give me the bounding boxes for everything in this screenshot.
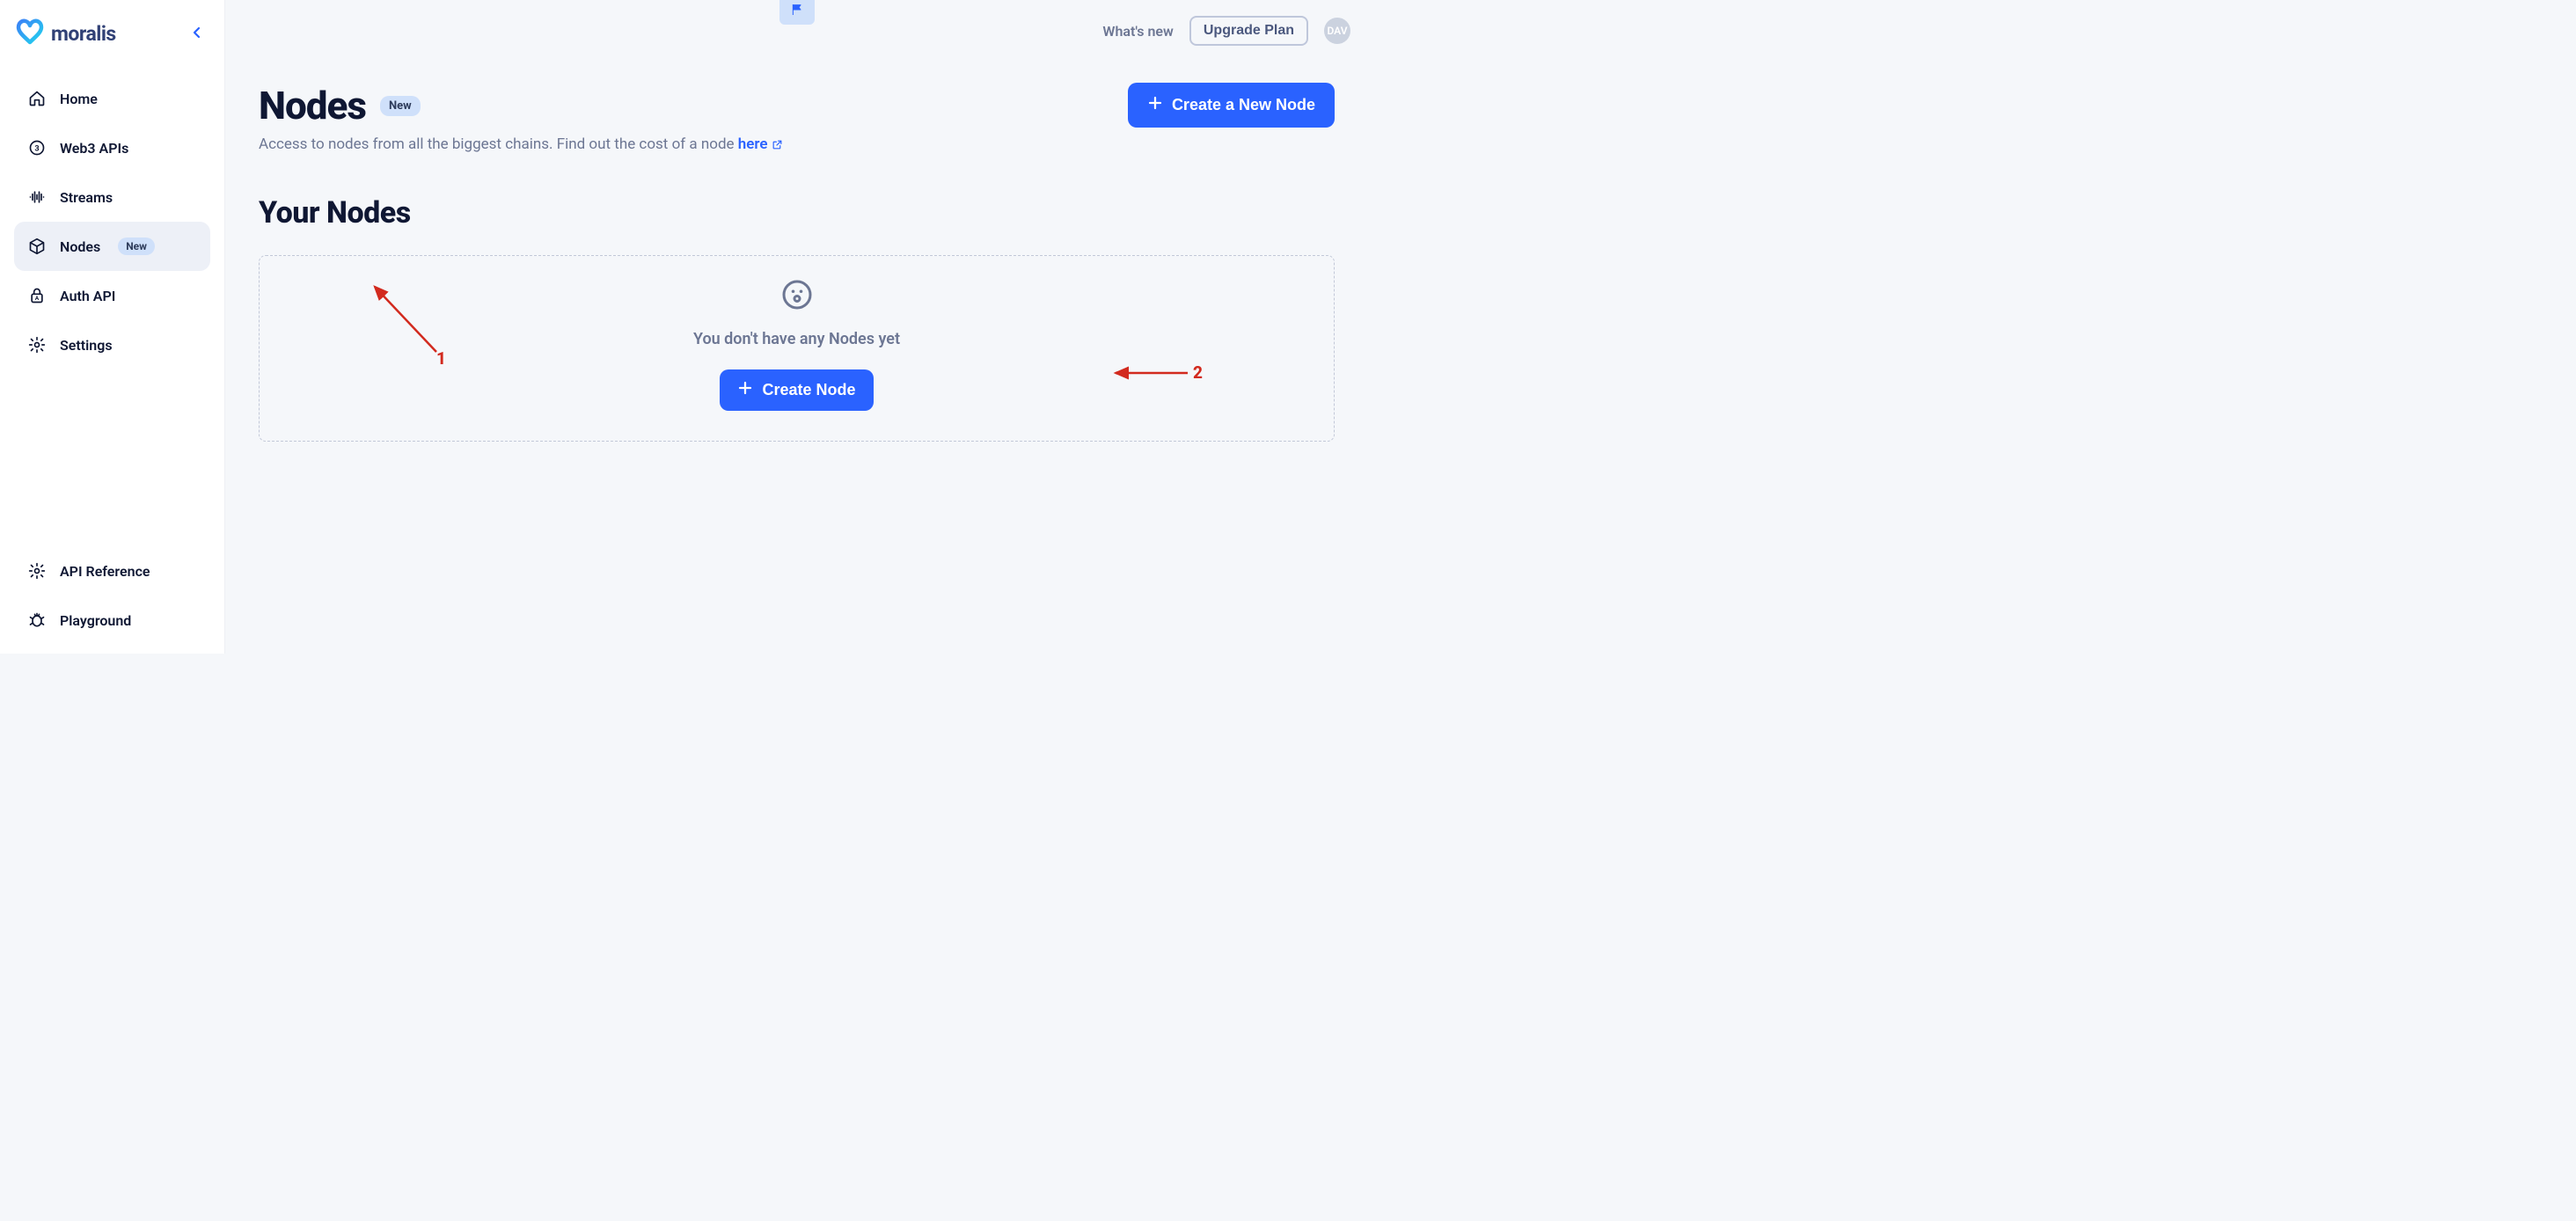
feedback-tab[interactable] — [779, 0, 815, 25]
sidebar-item-label: Playground — [60, 612, 131, 629]
sidebar-header: moralis — [0, 12, 224, 74]
streams-icon — [28, 188, 46, 206]
lock-icon: A — [28, 287, 46, 304]
brand-logo[interactable]: moralis — [16, 18, 116, 49]
sidebar-item-label: Auth API — [60, 288, 115, 304]
svg-text:3: 3 — [34, 144, 39, 153]
sidebar-item-home[interactable]: Home — [14, 74, 210, 123]
sidebar-item-settings[interactable]: Settings — [14, 320, 210, 369]
bug-icon — [28, 611, 46, 629]
section-title: Your Nodes — [259, 195, 1335, 230]
home-icon — [28, 90, 46, 107]
surprised-face-icon — [781, 279, 813, 314]
brand-name: moralis — [51, 22, 116, 46]
external-link-icon — [772, 139, 783, 150]
sidebar-item-nodes[interactable]: Nodes New — [14, 222, 210, 271]
sidebar-item-label: Home — [60, 91, 98, 107]
sidebar-nav-bottom: API Reference Playground — [0, 546, 224, 654]
cube-icon — [28, 238, 46, 255]
empty-state: You don't have any Nodes yet Create Node — [259, 255, 1335, 442]
book-icon — [28, 562, 46, 580]
avatar[interactable]: DAV — [1324, 18, 1350, 44]
sidebar-item-streams[interactable]: Streams — [14, 172, 210, 222]
plus-icon — [737, 380, 753, 400]
sidebar-item-label: API Reference — [60, 563, 150, 580]
new-badge: New — [118, 238, 155, 255]
sidebar-item-web3-apis[interactable]: 3 Web3 APIs — [14, 123, 210, 172]
main-content: What's new Upgrade Plan DAV Nodes New Ac… — [225, 0, 1368, 654]
svg-text:A: A — [35, 295, 40, 302]
pricing-link[interactable]: here — [738, 135, 783, 153]
sidebar-item-api-reference[interactable]: API Reference — [14, 546, 210, 596]
sidebar-item-label: Settings — [60, 337, 113, 354]
web3-icon: 3 — [28, 139, 46, 157]
plus-icon — [1147, 95, 1163, 115]
flag-icon — [790, 3, 804, 20]
page-header: Nodes New Access to nodes from all the b… — [259, 83, 1335, 153]
chevron-left-icon — [192, 26, 202, 42]
empty-state-text: You don't have any Nodes yet — [693, 330, 900, 348]
new-badge: New — [380, 96, 421, 116]
create-node-empty-button[interactable]: Create Node — [720, 369, 873, 411]
sidebar: moralis Home 3 Web3 APIs — [0, 0, 225, 654]
whats-new-link[interactable]: What's new — [1102, 23, 1173, 40]
sidebar-item-auth-api[interactable]: A Auth API — [14, 271, 210, 320]
gear-icon — [28, 336, 46, 354]
sidebar-item-playground[interactable]: Playground — [14, 596, 210, 645]
upgrade-plan-button[interactable]: Upgrade Plan — [1189, 16, 1308, 46]
sidebar-nav: Home 3 Web3 APIs Streams Nodes New — [0, 74, 224, 369]
sidebar-item-label: Web3 APIs — [60, 140, 128, 157]
sidebar-collapse-button[interactable] — [186, 22, 209, 45]
sidebar-item-label: Streams — [60, 189, 113, 206]
create-node-top-button[interactable]: Create a New Node — [1128, 83, 1335, 128]
sidebar-item-label: Nodes — [60, 238, 100, 255]
page-title: Nodes — [259, 83, 366, 128]
page-subtitle: Access to nodes from all the biggest cha… — [259, 135, 783, 153]
moralis-heart-icon — [16, 18, 44, 49]
